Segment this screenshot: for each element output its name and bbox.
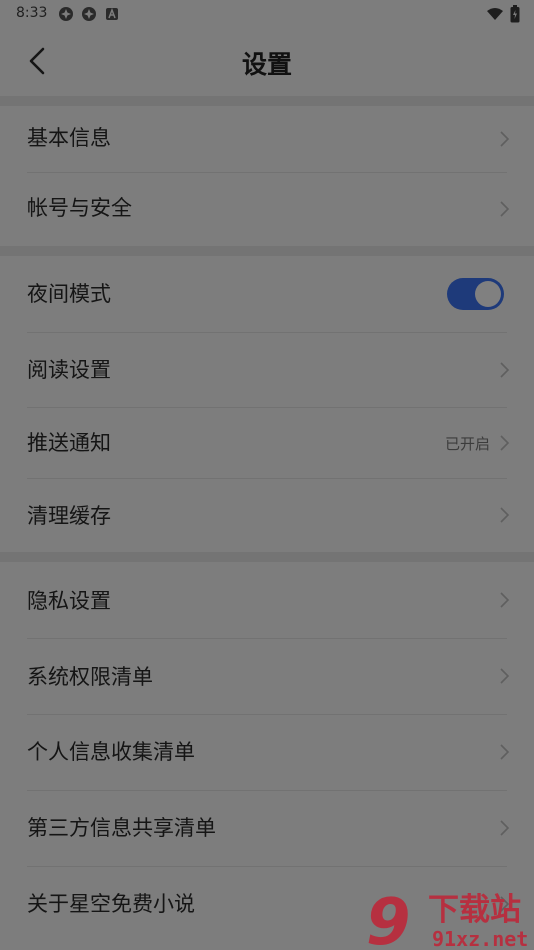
settings-row-account-security[interactable]: 帐号与安全 <box>0 173 534 246</box>
settings-group-account: 基本信息 帐号与安全 <box>0 106 534 246</box>
chevron-right-icon <box>500 592 510 608</box>
status-bar: 8:33 <box>0 0 534 28</box>
settings-group-preferences: 夜间模式 阅读设置 推送通知 已开启 清理缓存 <box>0 256 534 552</box>
row-label: 基本信息 <box>27 126 111 150</box>
push-status-value: 已开启 <box>444 435 490 453</box>
settings-row-system-permissions[interactable]: 系统权限清单 <box>0 639 534 714</box>
notification-icons <box>58 6 120 22</box>
section-gap <box>0 552 534 562</box>
chevron-right-icon <box>500 668 510 684</box>
toggle-knob <box>475 281 501 307</box>
battery-icon <box>510 5 520 23</box>
row-label: 阅读设置 <box>27 358 111 382</box>
row-label: 系统权限清单 <box>27 665 153 689</box>
row-label: 隐私设置 <box>27 589 111 613</box>
settings-row-basic-info[interactable]: 基本信息 <box>0 106 534 172</box>
page-title: 设置 <box>241 50 292 79</box>
settings-row-privacy[interactable]: 隐私设置 <box>0 562 534 638</box>
settings-row-personal-info-collection[interactable]: 个人信息收集清单 <box>0 715 534 790</box>
settings-row-third-party-sharing[interactable]: 第三方信息共享清单 <box>0 791 534 866</box>
chevron-right-icon <box>500 201 510 217</box>
chevron-right-icon <box>500 820 510 836</box>
row-label: 夜间模式 <box>27 282 111 306</box>
chevron-right-icon <box>500 131 510 147</box>
chevron-right-icon <box>500 744 510 760</box>
settings-row-clear-cache[interactable]: 清理缓存 <box>0 479 534 552</box>
row-label: 第三方信息共享清单 <box>27 816 216 840</box>
nav-header: 设置 <box>0 28 534 96</box>
chevron-right-icon <box>500 435 510 451</box>
wifi-icon <box>487 8 503 20</box>
app-notification-icon <box>59 7 73 21</box>
row-label: 清理缓存 <box>27 504 111 528</box>
status-time: 8:33 <box>16 5 48 21</box>
settings-row-reading[interactable]: 阅读设置 <box>0 333 534 407</box>
watermark-logo: 9 下载站 91xz.net <box>366 886 528 950</box>
watermark-domain: 91xz.net <box>432 927 528 950</box>
watermark-mark: 9 <box>366 886 411 950</box>
section-gap <box>0 96 534 106</box>
section-gap <box>0 246 534 256</box>
night-mode-toggle[interactable] <box>447 278 504 310</box>
settings-row-push-notifications[interactable]: 推送通知 已开启 <box>0 408 534 478</box>
chevron-right-icon <box>500 362 510 378</box>
app-notification-icon <box>82 7 96 21</box>
row-label: 帐号与安全 <box>27 196 132 220</box>
a-notification-icon <box>106 7 118 20</box>
row-label: 关于星空免费小说 <box>27 892 195 916</box>
watermark-brand: 下载站 <box>428 892 521 928</box>
chevron-right-icon <box>500 507 510 523</box>
system-status-icons <box>486 5 520 23</box>
row-label: 个人信息收集清单 <box>27 740 195 764</box>
row-label: 推送通知 <box>27 431 111 455</box>
settings-row-night-mode: 夜间模式 <box>0 256 534 332</box>
